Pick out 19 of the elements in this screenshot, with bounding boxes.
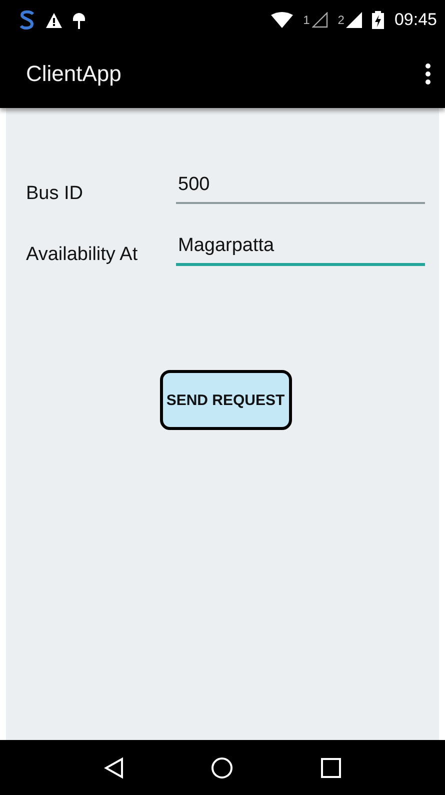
clock-time: 09:45	[394, 10, 437, 30]
sim-label: 2	[338, 13, 344, 27]
recents-icon[interactable]	[321, 758, 342, 778]
sim-label: 1	[303, 13, 310, 27]
battery-icon	[372, 11, 384, 29]
wifi-icon	[271, 12, 294, 28]
app-logo-icon	[18, 10, 36, 30]
text-field[interactable]: 500	[176, 174, 425, 204]
back-icon[interactable]	[104, 756, 124, 778]
overflow-menu-icon[interactable]	[425, 63, 431, 85]
field-label: Bus ID	[26, 183, 84, 205]
warning-icon	[46, 12, 62, 28]
home-icon[interactable]	[211, 756, 234, 778]
signal-icon	[312, 12, 328, 28]
send-request-button[interactable]: SEND REQUEST	[160, 370, 292, 430]
field-label: Availability At	[26, 244, 139, 266]
app-title: ClientApp	[26, 61, 122, 87]
text-field[interactable]: Magarpatta	[176, 235, 425, 266]
signal-icon	[346, 12, 362, 28]
